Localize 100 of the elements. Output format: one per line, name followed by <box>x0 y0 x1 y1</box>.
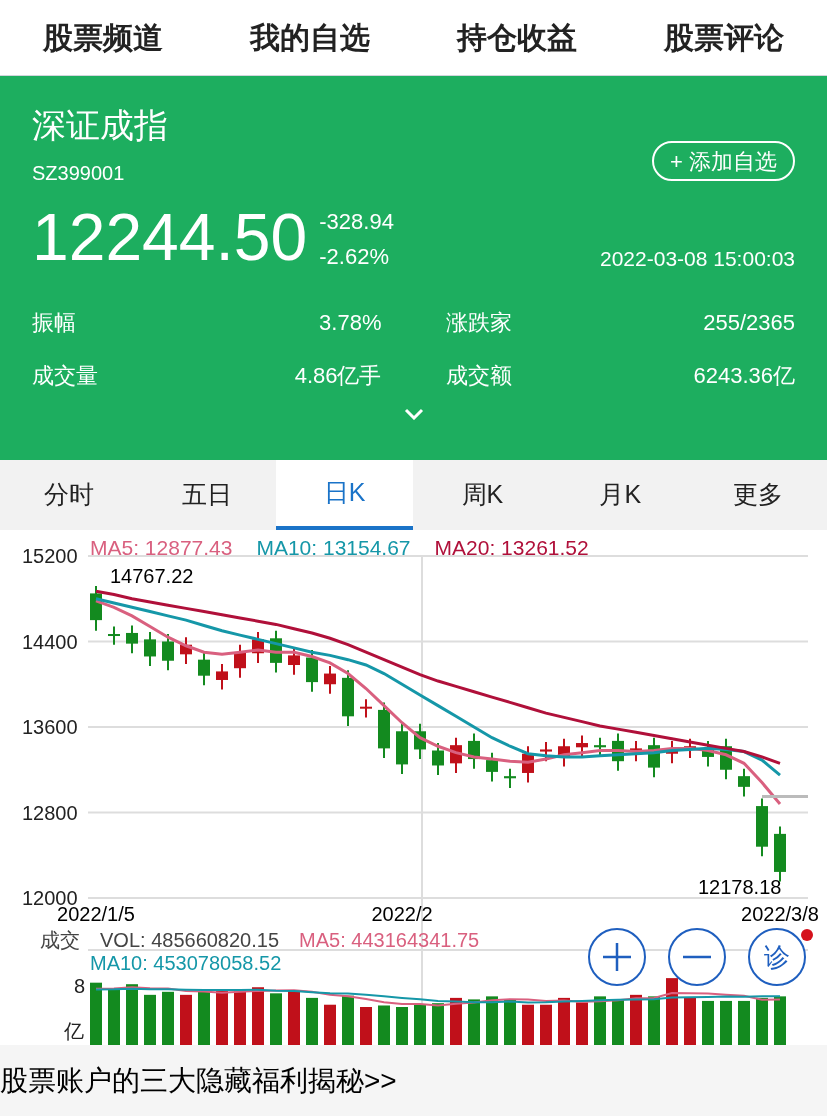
period-tab[interactable]: 五日 <box>137 460 276 530</box>
volume-axis-label: 亿 <box>64 1021 84 1041</box>
y-axis-label: 13600 <box>22 717 78 737</box>
volume-bar <box>558 997 570 1045</box>
volume-bar <box>720 1000 732 1045</box>
candlestick <box>288 646 300 676</box>
candlestick <box>684 737 696 759</box>
zoom-out-button[interactable] <box>668 928 726 986</box>
ma-legend: MA20: 13261.52 <box>434 532 589 564</box>
volume-bar <box>612 999 624 1045</box>
period-tab[interactable]: 更多 <box>689 460 827 530</box>
candlestick <box>414 722 426 761</box>
candlestick <box>504 767 516 789</box>
candlestick <box>738 767 750 798</box>
volume-bar <box>306 997 318 1045</box>
ma-legend: MA5: 12877.43 <box>90 532 233 564</box>
volume-title: 成交 <box>40 930 80 950</box>
candlestick <box>756 797 768 858</box>
candlestick <box>126 624 138 655</box>
volume-bar <box>684 997 696 1045</box>
volume-bar <box>594 996 606 1045</box>
candlestick <box>666 739 678 765</box>
volume-bar <box>162 991 174 1045</box>
candlestick <box>270 629 282 674</box>
low-price-label: 12178.18 <box>698 877 782 897</box>
volume-bar <box>738 1000 750 1045</box>
notification-dot-icon <box>800 928 814 942</box>
candlestick <box>612 732 624 772</box>
zoom-in-button[interactable] <box>588 928 646 986</box>
volume-bar <box>522 1004 534 1045</box>
volume-value: VOL: 485660820.15 <box>100 930 280 950</box>
volume-bar <box>288 990 300 1045</box>
candlestick <box>342 669 354 727</box>
candlestick <box>468 732 480 770</box>
candlestick <box>252 630 264 664</box>
candlestick <box>108 625 120 646</box>
candlestick <box>702 739 714 768</box>
volume-bar <box>180 994 192 1045</box>
candlestick <box>216 662 228 691</box>
plus-icon <box>602 942 632 972</box>
nav-link[interactable]: 股票频道 <box>43 15 164 60</box>
volume-bar <box>540 1004 552 1045</box>
volume-ma10: MA10: 453078058.52 <box>90 953 282 973</box>
candlestick <box>180 636 192 665</box>
volume-bar <box>630 994 642 1045</box>
volume-bar <box>198 991 210 1045</box>
period-tab[interactable]: 日K <box>275 460 414 530</box>
stat-label: 振幅 <box>32 309 76 338</box>
volume-bar <box>270 993 282 1045</box>
y-axis-label: 12800 <box>22 802 78 823</box>
index-name: 深证成指 <box>32 108 169 142</box>
volume-bar <box>108 988 120 1045</box>
stat-value: 255/2365 <box>703 309 795 338</box>
stat-label: 成交量 <box>32 362 98 391</box>
timestamp: 2022-03-08 15:00:03 <box>600 245 795 272</box>
stat-value: 4.86亿手 <box>294 362 382 391</box>
candlestick <box>162 633 174 672</box>
candlestick <box>558 737 570 768</box>
nav-link[interactable]: 持仓收益 <box>456 15 577 60</box>
price-marker <box>762 795 808 798</box>
price: 12244.50 <box>32 204 308 271</box>
x-axis-label: 2022/2 <box>371 904 433 924</box>
volume-bar <box>126 984 138 1045</box>
candlestick <box>198 651 210 687</box>
chevron-down-icon[interactable] <box>403 408 424 421</box>
volume-bar <box>414 1004 426 1045</box>
volume-ma5: MA5: 443164341.75 <box>299 930 480 950</box>
candlestick <box>720 737 732 781</box>
volume-bar <box>90 982 102 1045</box>
stat-label: 成交额 <box>445 362 512 391</box>
candlestick <box>648 736 660 779</box>
nav-link[interactable]: 我的自选 <box>250 15 371 60</box>
stat-value: 3.78% <box>319 309 382 338</box>
volume-bar <box>504 999 516 1045</box>
volume-bar <box>342 995 354 1045</box>
candlestick <box>522 745 534 784</box>
volume-bar <box>360 1007 372 1045</box>
x-axis-label: 2022/3/8 <box>741 904 819 924</box>
diagnose-button[interactable]: 诊 <box>748 928 806 986</box>
candlestick <box>234 643 246 679</box>
volume-bar <box>756 997 768 1045</box>
index-code: SZ399001 <box>32 161 125 186</box>
candlestick <box>576 734 588 758</box>
period-tab[interactable]: 分时 <box>0 460 138 530</box>
volume-axis-label: 8 <box>74 976 86 996</box>
volume-bar <box>486 996 498 1045</box>
candlestick <box>90 584 102 632</box>
nav-link[interactable]: 股票评论 <box>663 15 784 60</box>
candlestick <box>306 649 318 693</box>
volume-bar <box>234 990 246 1045</box>
volume-bar <box>648 996 660 1045</box>
candlestick <box>396 722 408 775</box>
period-tab[interactable]: 月K <box>551 460 690 530</box>
volume-bar <box>432 1003 444 1045</box>
period-tab[interactable]: 周K <box>413 460 552 530</box>
change-percent: -2.62% <box>319 243 390 272</box>
volume-bar <box>702 1000 714 1045</box>
volume-bar <box>774 996 786 1045</box>
volume-bar <box>324 1004 336 1045</box>
candlestick <box>540 740 552 763</box>
